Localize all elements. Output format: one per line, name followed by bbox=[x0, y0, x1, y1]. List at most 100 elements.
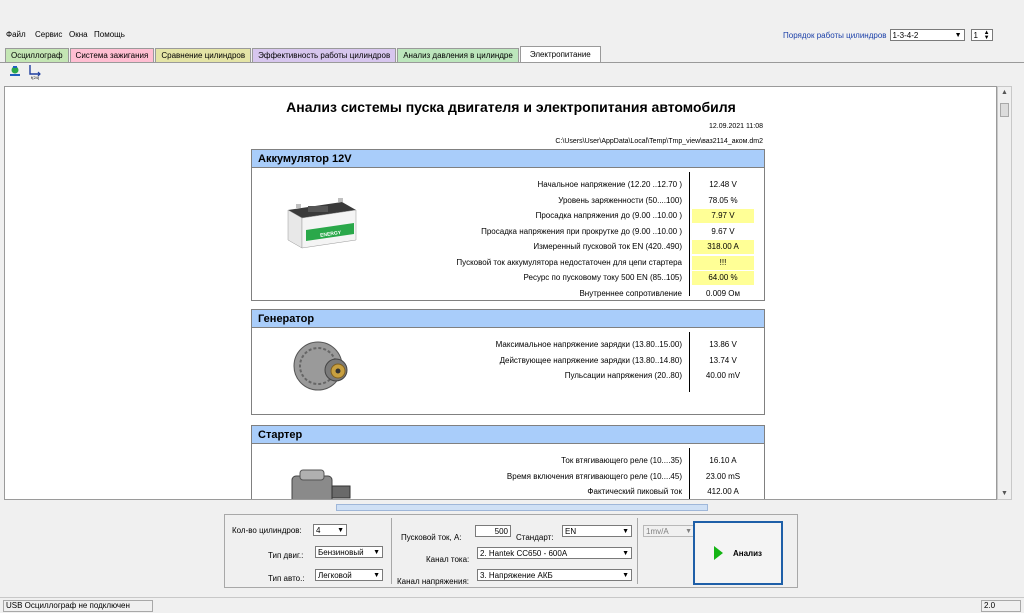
starter-row-label: Ток втягивающего реле (10....35) bbox=[561, 456, 682, 465]
starter-row-value: 16.10 A bbox=[709, 456, 737, 465]
generator-section: Генератор Максимальное напряжение зарядк… bbox=[251, 309, 765, 415]
battery-row-label: Начальное напряжение (12.20 ..12.70 ) bbox=[537, 180, 682, 189]
cylinder-order-label: Порядок работы цилиндров bbox=[783, 30, 887, 40]
generator-row-value: 13.86 V bbox=[709, 340, 737, 349]
tab-divider bbox=[0, 62, 1024, 63]
play-icon bbox=[713, 546, 723, 560]
starter-row: Ток втягивающего реле (10....35) 16.10 A bbox=[252, 454, 764, 468]
battery-row: Измеренный пусковой ток EN (420..490) 318… bbox=[252, 240, 764, 254]
cylinder-spinner[interactable]: 1 ▲ ▼ bbox=[970, 29, 993, 41]
starter-row-label: Фактический пиковый ток bbox=[587, 487, 682, 496]
battery-section: Аккумулятор 12V ENERGY Начальное напряже… bbox=[251, 149, 765, 301]
battery-row-label: Просадка напряжения при прокрутке до (9.… bbox=[481, 226, 682, 236]
menu-windows[interactable]: Окна bbox=[69, 30, 88, 39]
generator-row-label: Пульсации напряжения (20..80) bbox=[564, 371, 682, 380]
axis-scale-icon[interactable]: f(24) bbox=[28, 64, 42, 80]
tab-pressure-analysis[interactable]: Анализ давления в цилиндре bbox=[397, 48, 519, 62]
starter-row: Фактический пиковый ток 412.00 A bbox=[252, 485, 764, 499]
tab-strip: Осциллограф Система зажигания Сравнение … bbox=[5, 46, 602, 62]
menu-service[interactable]: Сервис bbox=[35, 30, 62, 39]
menu-file[interactable]: Файл bbox=[6, 30, 26, 39]
battery-row-label: Уровень заряженности (50....100) bbox=[558, 195, 682, 205]
cylinder-order-value: 1-3-4-2 bbox=[892, 31, 919, 40]
chevron-down-icon: ▼ bbox=[622, 550, 629, 557]
battery-row-label: Просадка напряжения до (9.00 ..10.00 ) bbox=[535, 211, 682, 220]
scroll-down-icon[interactable]: ▼ bbox=[1001, 490, 1008, 497]
vehicle-type-value: Легковой bbox=[318, 571, 352, 580]
scale-value: 1mv/A bbox=[646, 527, 669, 536]
battery-row: Пусковой ток аккумулятора недостаточен д… bbox=[252, 255, 764, 270]
battery-row: Начальное напряжение (12.20 ..12.70 ) 12.… bbox=[252, 178, 764, 192]
battery-row-value: 9.67 V bbox=[711, 226, 735, 236]
vehicle-type-label: Тип авто.: bbox=[268, 574, 305, 583]
tab-label: Сравнение цилиндров bbox=[161, 51, 246, 60]
tab-oscilloscope[interactable]: Осциллограф bbox=[5, 48, 69, 62]
report-date: 12.09.2021 11:08 bbox=[709, 123, 763, 130]
voltage-channel-value: 3. Напряжение АКБ bbox=[480, 571, 553, 580]
chevron-down-icon: ▼ bbox=[622, 572, 629, 579]
panel-collapse-bar[interactable] bbox=[336, 504, 708, 511]
current-channel-select[interactable]: 2. Hantek CC650 - 600A ▼ bbox=[477, 547, 632, 559]
control-separator bbox=[637, 518, 638, 584]
start-current-value: 500 bbox=[494, 527, 508, 536]
tab-cylinder-efficiency[interactable]: Эффективность работы цилиндров bbox=[252, 48, 397, 62]
cylinder-spinner-value: 1 bbox=[973, 31, 978, 40]
battery-row-label: Измеренный пусковой ток EN (420..490) bbox=[533, 242, 682, 251]
starter-row-value: 412.00 A bbox=[707, 487, 739, 496]
starter-row-value: 23.00 mS bbox=[705, 471, 741, 481]
battery-section-title: Аккумулятор 12V bbox=[252, 150, 764, 168]
generator-row: Действующее напряжение зарядки (13.80..1… bbox=[252, 354, 764, 368]
engine-type-value: Бензиновый bbox=[318, 548, 364, 557]
battery-row: Уровень заряженности (50....100) 78.05 % bbox=[252, 194, 764, 208]
chevron-down-icon: ▼ bbox=[337, 527, 344, 534]
scale-select[interactable]: 1mv/A ▼ bbox=[643, 525, 695, 537]
battery-row-label: Пусковой ток аккумулятора недостаточен д… bbox=[456, 257, 682, 267]
chevron-down-icon: ▼ bbox=[685, 528, 692, 535]
battery-row-label: Внутреннее сопротивление bbox=[579, 288, 682, 298]
chevron-down-icon: ▼ bbox=[373, 572, 380, 579]
spin-arrows-icon[interactable]: ▲ ▼ bbox=[984, 30, 990, 41]
generator-row-value: 13.74 V bbox=[709, 355, 737, 365]
scroll-up-icon[interactable]: ▲ bbox=[1001, 89, 1008, 96]
cylinder-settings-icon[interactable] bbox=[8, 64, 22, 80]
toolbar: f(24) bbox=[8, 64, 42, 80]
standard-select[interactable]: EN ▼ bbox=[562, 525, 632, 537]
generator-row: Пульсации напряжения (20..80) 40.00 mV bbox=[252, 369, 764, 383]
scroll-thumb[interactable] bbox=[1000, 103, 1009, 117]
cylinders-value: 4 bbox=[316, 526, 321, 535]
start-current-label: Пусковой ток, A: bbox=[401, 533, 462, 542]
axis-scale-text: f(24) bbox=[31, 75, 40, 80]
chevron-down-icon: ▼ bbox=[373, 549, 380, 556]
engine-type-select[interactable]: Бензиновый ▼ bbox=[315, 546, 383, 558]
voltage-channel-label: Канал напряжения: bbox=[397, 577, 469, 586]
generator-section-title: Генератор bbox=[252, 310, 764, 328]
battery-row: Ресурс по пусковому току 500 EN (85..105… bbox=[252, 271, 764, 285]
control-separator bbox=[391, 518, 392, 584]
engine-type-label: Тип двиг.: bbox=[268, 551, 304, 560]
report-panel[interactable]: Анализ системы пуска двигателя и электро… bbox=[4, 86, 997, 500]
starter-section-title: Стартер bbox=[252, 426, 764, 444]
tab-power-supply[interactable]: Электропитание bbox=[519, 46, 601, 62]
status-version: 2.0 bbox=[981, 600, 1021, 612]
generator-row: Максимальное напряжение зарядки (13.80..… bbox=[252, 338, 764, 352]
current-channel-value: 2. Hantek CC650 - 600A bbox=[480, 549, 568, 558]
start-current-input[interactable]: 500 bbox=[475, 525, 511, 537]
report-title: Анализ системы пуска двигателя и электро… bbox=[286, 99, 736, 115]
analyze-label: Анализ bbox=[732, 548, 763, 558]
voltage-channel-select[interactable]: 3. Напряжение АКБ ▼ bbox=[477, 569, 632, 581]
current-channel-label: Канал тока: bbox=[426, 555, 470, 564]
analyze-button[interactable]: Анализ bbox=[693, 521, 783, 585]
tab-cylinder-comparison[interactable]: Сравнение цилиндров bbox=[155, 48, 252, 62]
battery-row-value: 78.05 % bbox=[708, 195, 738, 205]
menu-help[interactable]: Помощь bbox=[94, 30, 125, 39]
tab-label: Эффективность работы цилиндров bbox=[258, 51, 391, 60]
report-scrollbar[interactable]: ▲ ▼ bbox=[997, 86, 1012, 500]
vehicle-type-select[interactable]: Легковой ▼ bbox=[315, 569, 383, 581]
standard-value: EN bbox=[565, 527, 577, 536]
cylinder-order-select[interactable]: 1-3-4-2 ▼ bbox=[889, 29, 965, 41]
chevron-down-icon: ▼ bbox=[622, 528, 629, 535]
cylinders-select[interactable]: 4 ▼ bbox=[313, 524, 347, 536]
battery-row-value: 318.00 A bbox=[692, 240, 754, 254]
battery-row: Просадка напряжения до (9.00 ..10.00 ) 7.… bbox=[252, 209, 764, 223]
tab-ignition[interactable]: Система зажигания bbox=[69, 48, 155, 62]
